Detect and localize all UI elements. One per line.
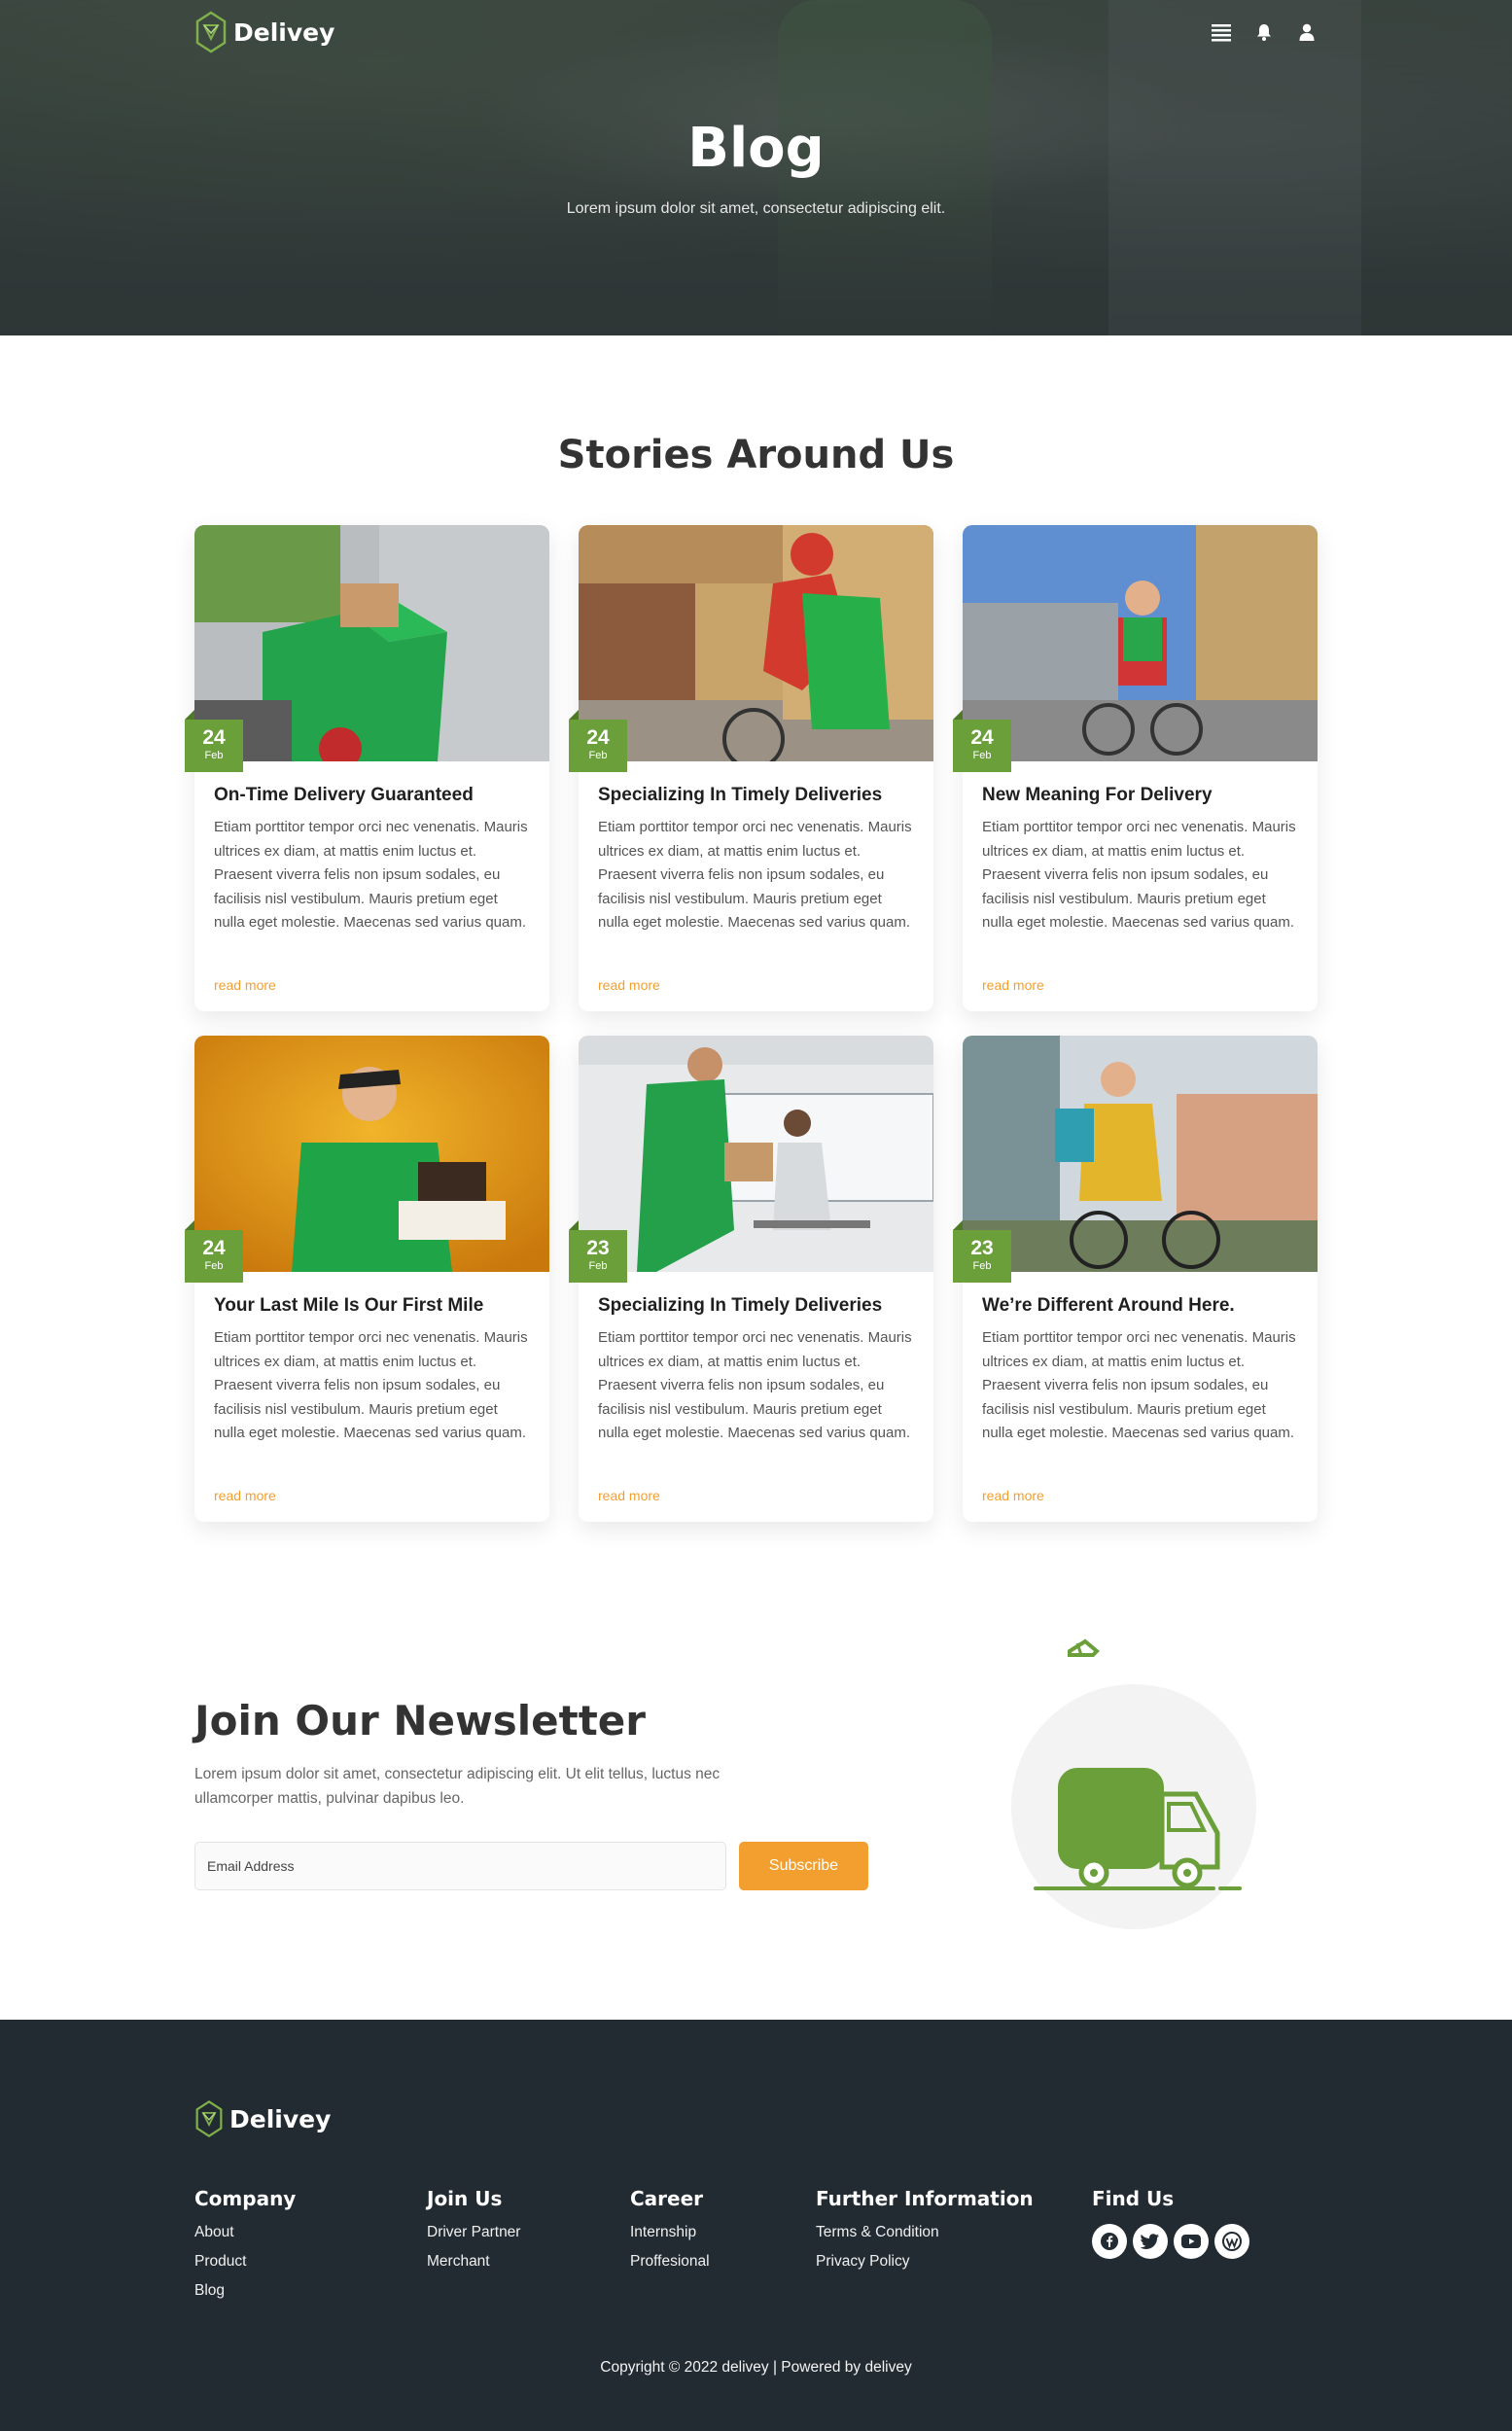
read-more-link[interactable]: read more [982, 977, 1044, 993]
card-image [579, 1036, 933, 1272]
footer-link-blog[interactable]: Blog [194, 2282, 296, 2300]
read-more-link[interactable]: read more [982, 1488, 1044, 1503]
social-links [1092, 2224, 1249, 2259]
card-title[interactable]: Your Last Mile Is Our First Mile [214, 1295, 530, 1317]
card-excerpt: Etiam porttitor tempor orci nec venenati… [598, 819, 912, 931]
card-excerpt: Etiam porttitor tempor orci nec venenati… [598, 1329, 912, 1441]
card-excerpt: Etiam porttitor tempor orci nec venenati… [982, 1329, 1296, 1441]
card-title[interactable]: On-Time Delivery Guaranteed [214, 785, 530, 806]
card-excerpt: Etiam porttitor tempor orci nec venenati… [214, 1329, 528, 1441]
card-image [963, 1036, 1318, 1272]
page-title: Blog [687, 117, 825, 180]
logo-icon [195, 11, 227, 53]
footer-column-join-us: Join Us Driver Partner Merchant [427, 2187, 521, 2271]
date-badge: 24 Feb [953, 710, 1011, 772]
footer-column-further-information: Further Information Terms & Condition Pr… [816, 2187, 1034, 2271]
brand-logo[interactable]: Delivey [194, 10, 334, 54]
page-subtitle: Lorem ipsum dolor sit amet, consectetur … [566, 200, 946, 217]
hero-banner: Delivey Blog Lorem ipsum dolor sit amet,… [0, 0, 1512, 335]
subscribe-button[interactable]: Subscribe [739, 1842, 868, 1890]
blog-card[interactable]: 24 Feb Specializing In Timely Deliveries… [569, 525, 933, 1011]
footer-link-about[interactable]: About [194, 2224, 296, 2241]
wordpress-icon[interactable] [1214, 2224, 1249, 2259]
menu-icon[interactable] [1211, 21, 1232, 43]
date-badge: 24 Feb [569, 710, 627, 772]
card-image [579, 525, 933, 761]
read-more-link[interactable]: read more [214, 977, 276, 993]
brand-name: Delivey [233, 18, 335, 47]
bell-icon[interactable] [1253, 21, 1275, 43]
date-badge: 23 Feb [569, 1220, 627, 1283]
read-more-link[interactable]: read more [598, 1488, 660, 1503]
twitter-icon[interactable] [1133, 2224, 1168, 2259]
site-footer: Delivey Company About Product Blog Join … [0, 2020, 1512, 2431]
email-field[interactable] [194, 1842, 726, 1890]
date-badge: 24 Feb [185, 1220, 243, 1283]
blog-card[interactable]: 24 Feb Your Last Mile Is Our First Mile … [185, 1036, 549, 1522]
footer-column-find-us: Find Us [1092, 2187, 1249, 2259]
card-title[interactable]: We’re Different Around Here. [982, 1295, 1298, 1317]
footer-link-merchant[interactable]: Merchant [427, 2253, 520, 2271]
card-title[interactable]: New Meaning For Delivery [982, 785, 1298, 806]
youtube-icon[interactable] [1174, 2224, 1209, 2259]
date-badge: 24 Feb [185, 710, 243, 772]
footer-link-proffesional[interactable]: Proffesional [630, 2253, 710, 2271]
logo-icon [195, 2100, 223, 2137]
card-image [194, 1036, 549, 1272]
footer-logo[interactable]: Delivey [194, 2097, 331, 2140]
footer-brand-name: Delivey [229, 2104, 332, 2133]
footer-link-terms[interactable]: Terms & Condition [816, 2224, 1034, 2241]
footer-link-product[interactable]: Product [194, 2253, 296, 2271]
blog-card[interactable]: 24 Feb New Meaning For Delivery Etiam po… [953, 525, 1318, 1011]
card-excerpt: Etiam porttitor tempor orci nec venenati… [214, 819, 528, 931]
card-title[interactable]: Specializing In Timely Deliveries [598, 1295, 914, 1317]
footer-link-internship[interactable]: Internship [630, 2224, 710, 2241]
card-image [194, 525, 549, 761]
blog-card[interactable]: 24 Feb On-Time Delivery Guaranteed Etiam… [185, 525, 549, 1011]
card-title[interactable]: Specializing In Timely Deliveries [598, 785, 914, 806]
stories-heading: Stories Around Us [557, 433, 955, 477]
read-more-link[interactable]: read more [214, 1488, 276, 1503]
delivery-truck-illustration [1011, 1638, 1256, 1929]
newsletter-title: Join Our Newsletter [194, 1697, 647, 1744]
newsletter-description: Lorem ipsum dolor sit amet, consectetur … [194, 1766, 721, 1807]
blog-card[interactable]: 23 Feb We’re Different Around Here. Etia… [953, 1036, 1318, 1522]
user-icon[interactable] [1296, 21, 1318, 43]
footer-column-company: Company About Product Blog [194, 2187, 297, 2300]
footer-column-career: Career Internship Proffesional [630, 2187, 710, 2271]
date-badge: 23 Feb [953, 1220, 1011, 1283]
read-more-link[interactable]: read more [598, 977, 660, 993]
blog-card[interactable]: 23 Feb Specializing In Timely Deliveries… [569, 1036, 933, 1522]
footer-link-privacy[interactable]: Privacy Policy [816, 2253, 1034, 2271]
top-navigation: Delivey [194, 8, 1318, 56]
copyright-text: Copyright © 2022 delivey | Powered by de… [600, 2359, 912, 2376]
card-excerpt: Etiam porttitor tempor orci nec venenati… [982, 819, 1296, 931]
footer-link-driver-partner[interactable]: Driver Partner [427, 2224, 520, 2241]
facebook-icon[interactable] [1092, 2224, 1127, 2259]
card-image [963, 525, 1318, 761]
